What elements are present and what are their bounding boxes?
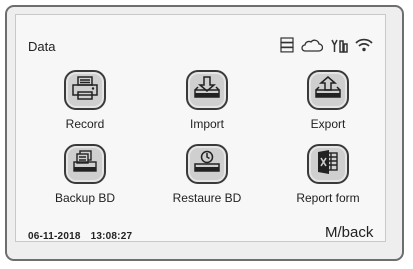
restore-database-icon [193,149,221,180]
back-button[interactable]: M/back [325,224,373,241]
record-label: Record [65,117,105,131]
printer-icon [71,75,99,106]
page-title: Data [28,39,56,54]
export-button[interactable] [307,70,349,110]
antenna-icon [330,38,348,53]
record-button[interactable] [64,70,106,110]
backup-bd-tile[interactable]: Backup BD [35,144,135,239]
import-label: Import [189,117,224,131]
report-form-button[interactable] [307,144,349,184]
time-text: 13:08:27 [90,231,133,242]
wifi-icon [355,38,373,52]
storage-icon [280,37,294,53]
report-form-label: Report form [296,191,360,205]
import-tray-icon [193,75,221,106]
cloud-icon [301,38,323,52]
restaure-bd-label: Restaure BD [172,191,242,205]
restaure-bd-button[interactable] [186,144,228,184]
status-bar [280,36,373,54]
date-text: 06-11-2018 [28,231,81,242]
backup-bd-label: Backup BD [54,191,116,205]
backup-bd-button[interactable] [64,144,106,184]
backup-database-icon [71,149,99,180]
datetime: 06-11-2018 13:08:27 [28,231,139,242]
import-button[interactable] [186,70,228,110]
excel-report-icon [314,149,342,180]
export-tray-icon [314,75,342,106]
restaure-bd-tile[interactable]: Restaure BD [157,144,257,239]
export-label: Export [310,117,346,131]
